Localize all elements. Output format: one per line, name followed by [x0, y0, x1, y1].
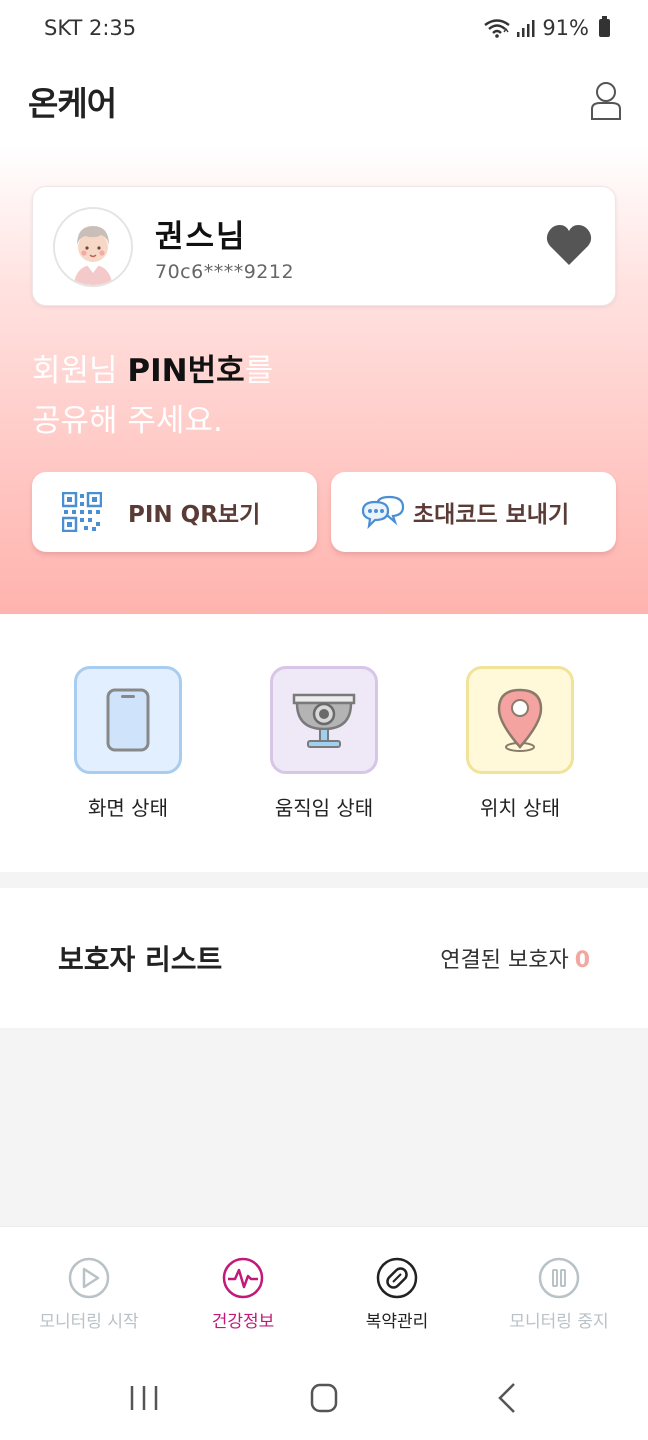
home-icon[interactable]	[304, 1382, 344, 1414]
location-status-tile[interactable]	[466, 666, 574, 774]
heartbeat-circle-icon	[222, 1257, 264, 1299]
nav-monitoring-start-label: 모니터링 시작	[39, 1312, 139, 1332]
location-pin-icon	[497, 688, 543, 752]
system-nav-bar	[0, 1356, 648, 1440]
pin-message-line2: 공유해 주세요.	[32, 403, 223, 439]
app-title: 온케어	[28, 84, 117, 123]
pin-message-strong: PIN번호	[127, 353, 245, 389]
nav-medication-label: 복약관리	[365, 1312, 429, 1332]
user-card[interactable]: 권스님 70c6****9212	[32, 186, 616, 306]
play-circle-icon	[68, 1257, 110, 1299]
section-divider	[0, 872, 648, 888]
battery-icon	[599, 16, 610, 37]
pin-message-pre: 회원님	[32, 353, 128, 389]
pin-message-line1: 회원님 PIN번호를	[32, 346, 592, 396]
motion-status-label: 움직임 상태	[274, 796, 374, 820]
nav-medication[interactable]: 복약관리	[316, 1227, 478, 1357]
person-outline-icon	[591, 82, 621, 120]
avatar	[53, 207, 133, 287]
guardian-list-title: 보호자 리스트	[58, 943, 223, 976]
pin-qr-button[interactable]: PIN QR보기	[32, 472, 317, 552]
elderly-avatar-icon	[55, 209, 131, 285]
send-invite-button[interactable]: 초대코드 보내기	[331, 472, 616, 552]
camera-icon	[292, 693, 356, 748]
app-header: 온케어	[0, 56, 648, 146]
screen-status-label: 화면 상태	[88, 796, 168, 820]
nav-monitoring-stop[interactable]: 모니터링 중지	[478, 1227, 640, 1357]
connected-guardians-count: 0	[574, 948, 590, 973]
nav-monitoring-stop-label: 모니터링 중지	[509, 1312, 609, 1332]
status-bar: SKT 2:35 91%	[0, 0, 648, 56]
heart-icon	[546, 225, 592, 265]
chat-bubbles-icon	[361, 495, 405, 530]
nav-health-info[interactable]: 건강정보	[162, 1227, 324, 1357]
status-section: 화면 상태 움직임 상태 위치 상태	[0, 614, 648, 872]
favorite-button[interactable]	[545, 223, 593, 267]
guardian-list-empty	[0, 1028, 648, 1226]
nav-health-info-label: 건강정보	[211, 1312, 275, 1332]
qr-code-icon	[62, 492, 102, 532]
motion-status-tile[interactable]	[270, 666, 378, 774]
pause-circle-icon	[538, 1257, 580, 1299]
user-name: 권스님	[155, 219, 247, 255]
signal-icon	[517, 20, 535, 37]
nav-monitoring-start[interactable]: 모니터링 시작	[8, 1227, 170, 1357]
phone-icon	[106, 688, 150, 752]
guardian-list-header: 보호자 리스트 연결된 보호자 0	[0, 888, 648, 1028]
pin-message-post: 를	[244, 353, 274, 389]
back-icon[interactable]	[488, 1382, 528, 1414]
recent-apps-icon[interactable]	[124, 1382, 164, 1414]
wifi-icon	[484, 19, 511, 38]
connected-guardians: 연결된 보호자 0	[440, 942, 590, 974]
pin-share-message: 회원님 PIN번호를 공유해 주세요.	[32, 346, 592, 446]
send-invite-label: 초대코드 보내기	[413, 502, 570, 528]
status-time: SKT 2:35	[44, 16, 137, 40]
screen-status-tile[interactable]	[74, 666, 182, 774]
connected-guardians-label: 연결된 보호자	[440, 948, 569, 973]
user-id: 70c6****9212	[155, 261, 295, 283]
pin-qr-label: PIN QR보기	[128, 502, 261, 528]
pill-circle-icon	[376, 1257, 418, 1299]
hero-section: 권스님 70c6****9212 회원님 PIN번호를 공유해 주세요. PIN…	[0, 146, 648, 614]
location-status-label: 위치 상태	[480, 796, 560, 820]
profile-button[interactable]	[588, 79, 624, 123]
battery-percent: 91%	[542, 16, 589, 40]
bottom-nav: 모니터링 시작 건강정보 복약관리 모니터링 중지	[0, 1226, 648, 1356]
status-icons: 91%	[484, 16, 610, 40]
